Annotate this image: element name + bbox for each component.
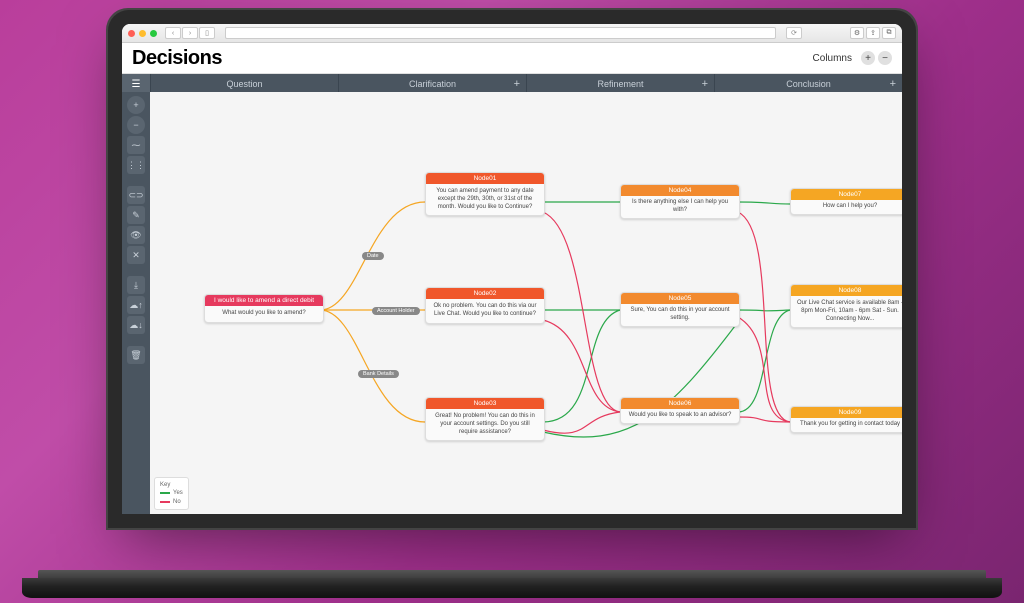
column-header-conclusion[interactable]: Conclusion+ xyxy=(714,74,902,94)
app-title: Decisions xyxy=(132,47,222,70)
node-body: Ok no problem. You can do this via our L… xyxy=(426,299,544,323)
node-body: How can I help you? xyxy=(791,200,902,214)
node-body: Would you like to speak to an advisor? xyxy=(621,409,739,423)
screen: ‹ › ▯ ⟳ ⚙ ⇪ ⧉ Decisions Columns + xyxy=(122,24,902,514)
node-body: Is there anything else I can help you wi… xyxy=(621,196,739,218)
tool-line[interactable]: ⁓ xyxy=(127,136,145,154)
legend-no-label: No xyxy=(173,498,181,506)
tool-download[interactable]: ⤓ xyxy=(127,276,145,294)
node-start[interactable]: I would like to amend a direct debit Wha… xyxy=(204,294,324,323)
browser-chrome: ‹ › ▯ ⟳ ⚙ ⇪ ⧉ xyxy=(122,24,902,43)
legend-yes-label: Yes xyxy=(173,489,183,497)
stage: ‹ › ▯ ⟳ ⚙ ⇪ ⧉ Decisions Columns + xyxy=(0,0,1024,603)
tool-trash[interactable]: 🗑 xyxy=(127,346,145,364)
node-03[interactable]: Node03 Great! No problem! You can do thi… xyxy=(425,397,545,441)
node-01[interactable]: Node01 You can amend payment to any date… xyxy=(425,172,545,216)
legend: Key Yes No xyxy=(154,477,189,510)
node-05[interactable]: Node05 Sure, You can do this in your acc… xyxy=(620,292,740,327)
node-09[interactable]: Node09 Thank you for getting in contact … xyxy=(790,406,902,433)
laptop-mockup: ‹ › ▯ ⟳ ⚙ ⇪ ⧉ Decisions Columns + xyxy=(92,0,932,490)
sidebar-toggle[interactable]: ▯ xyxy=(199,27,215,39)
tool-visibility[interactable]: 👁 xyxy=(127,226,145,244)
node-body: You can amend payment to any date except… xyxy=(426,184,544,215)
tool-upload[interactable]: ☁↑ xyxy=(127,296,145,314)
remove-column-button[interactable]: − xyxy=(878,51,892,65)
workspace: + − ⁓ ⋮⋮ ⊂⊃ ✎ 👁 ✕ ⤓ ☁↑ ☁↓ 🗑 xyxy=(122,92,902,514)
node-04[interactable]: Node04 Is there anything else I can help… xyxy=(620,184,740,219)
menu-icon[interactable]: ☰ xyxy=(122,74,150,94)
node-body: Sure, You can do this in your account se… xyxy=(621,304,739,326)
toolbar-sidebar: + − ⁓ ⋮⋮ ⊂⊃ ✎ 👁 ✕ ⤓ ☁↑ ☁↓ 🗑 xyxy=(122,92,150,514)
add-node-icon[interactable]: + xyxy=(890,78,896,90)
node-title: Node01 xyxy=(426,173,544,184)
app-header: Decisions Columns + − xyxy=(122,43,902,74)
canvas[interactable]: Date Account Holder Bank Details I would… xyxy=(150,92,902,514)
tool-edit[interactable]: ✎ xyxy=(127,206,145,224)
edge-label-bank-details: Bank Details xyxy=(358,370,399,378)
node-title: Node02 xyxy=(426,288,544,299)
node-06[interactable]: Node06 Would you like to speak to an adv… xyxy=(620,397,740,424)
legend-swatch-yes xyxy=(160,492,170,494)
edge-label-date: Date xyxy=(362,252,384,260)
node-body: Thank you for getting in contact today xyxy=(791,418,902,432)
node-07[interactable]: Node07 How can I help you? xyxy=(790,188,902,215)
node-title: Node06 xyxy=(621,398,739,409)
node-title: I would like to amend a direct debit xyxy=(205,295,323,306)
reload-button[interactable]: ⟳ xyxy=(786,27,802,39)
node-body: Our Live Chat service is available 8am -… xyxy=(791,296,902,327)
node-title: Node08 xyxy=(791,285,902,296)
legend-swatch-no xyxy=(160,501,170,503)
column-header-bar: ☰ Question Clarification+ Refinement+ Co… xyxy=(122,74,902,94)
tool-add[interactable]: + xyxy=(127,96,145,114)
copy-icon[interactable]: ⧉ xyxy=(882,27,896,39)
node-title: Node05 xyxy=(621,293,739,304)
tool-grid[interactable]: ⋮⋮ xyxy=(127,156,145,174)
node-title: Node03 xyxy=(426,398,544,409)
node-02[interactable]: Node02 Ok no problem. You can do this vi… xyxy=(425,287,545,324)
url-bar[interactable] xyxy=(225,27,776,39)
back-button[interactable]: ‹ xyxy=(165,27,181,39)
column-header-question[interactable]: Question xyxy=(150,74,338,94)
node-title: Node09 xyxy=(791,407,902,418)
tool-save-cloud[interactable]: ☁↓ xyxy=(127,316,145,334)
node-title: Node04 xyxy=(621,185,739,196)
node-08[interactable]: Node08 Our Live Chat service is availabl… xyxy=(790,284,902,328)
node-title: Node07 xyxy=(791,189,902,200)
column-header-clarification[interactable]: Clarification+ xyxy=(338,74,526,94)
legend-title: Key xyxy=(160,481,183,489)
add-node-icon[interactable]: + xyxy=(514,78,520,90)
node-body: What would you like to amend? xyxy=(205,306,323,322)
column-header-refinement[interactable]: Refinement+ xyxy=(526,74,714,94)
columns-label: Columns xyxy=(813,53,852,64)
tool-close[interactable]: ✕ xyxy=(127,246,145,264)
tool-link[interactable]: ⊂⊃ xyxy=(127,186,145,204)
window-zoom-icon[interactable] xyxy=(150,30,157,37)
laptop-base xyxy=(22,578,1002,598)
forward-button[interactable]: › xyxy=(182,27,198,39)
add-column-button[interactable]: + xyxy=(861,51,875,65)
share-icon[interactable]: ⇪ xyxy=(866,27,880,39)
node-body: Great! No problem! You can do this in yo… xyxy=(426,409,544,440)
window-minimize-icon[interactable] xyxy=(139,30,146,37)
window-close-icon[interactable] xyxy=(128,30,135,37)
add-node-icon[interactable]: + xyxy=(702,78,708,90)
edge-label-account-holder: Account Holder xyxy=(372,307,420,315)
tool-remove[interactable]: − xyxy=(127,116,145,134)
settings-icon[interactable]: ⚙ xyxy=(850,27,864,39)
